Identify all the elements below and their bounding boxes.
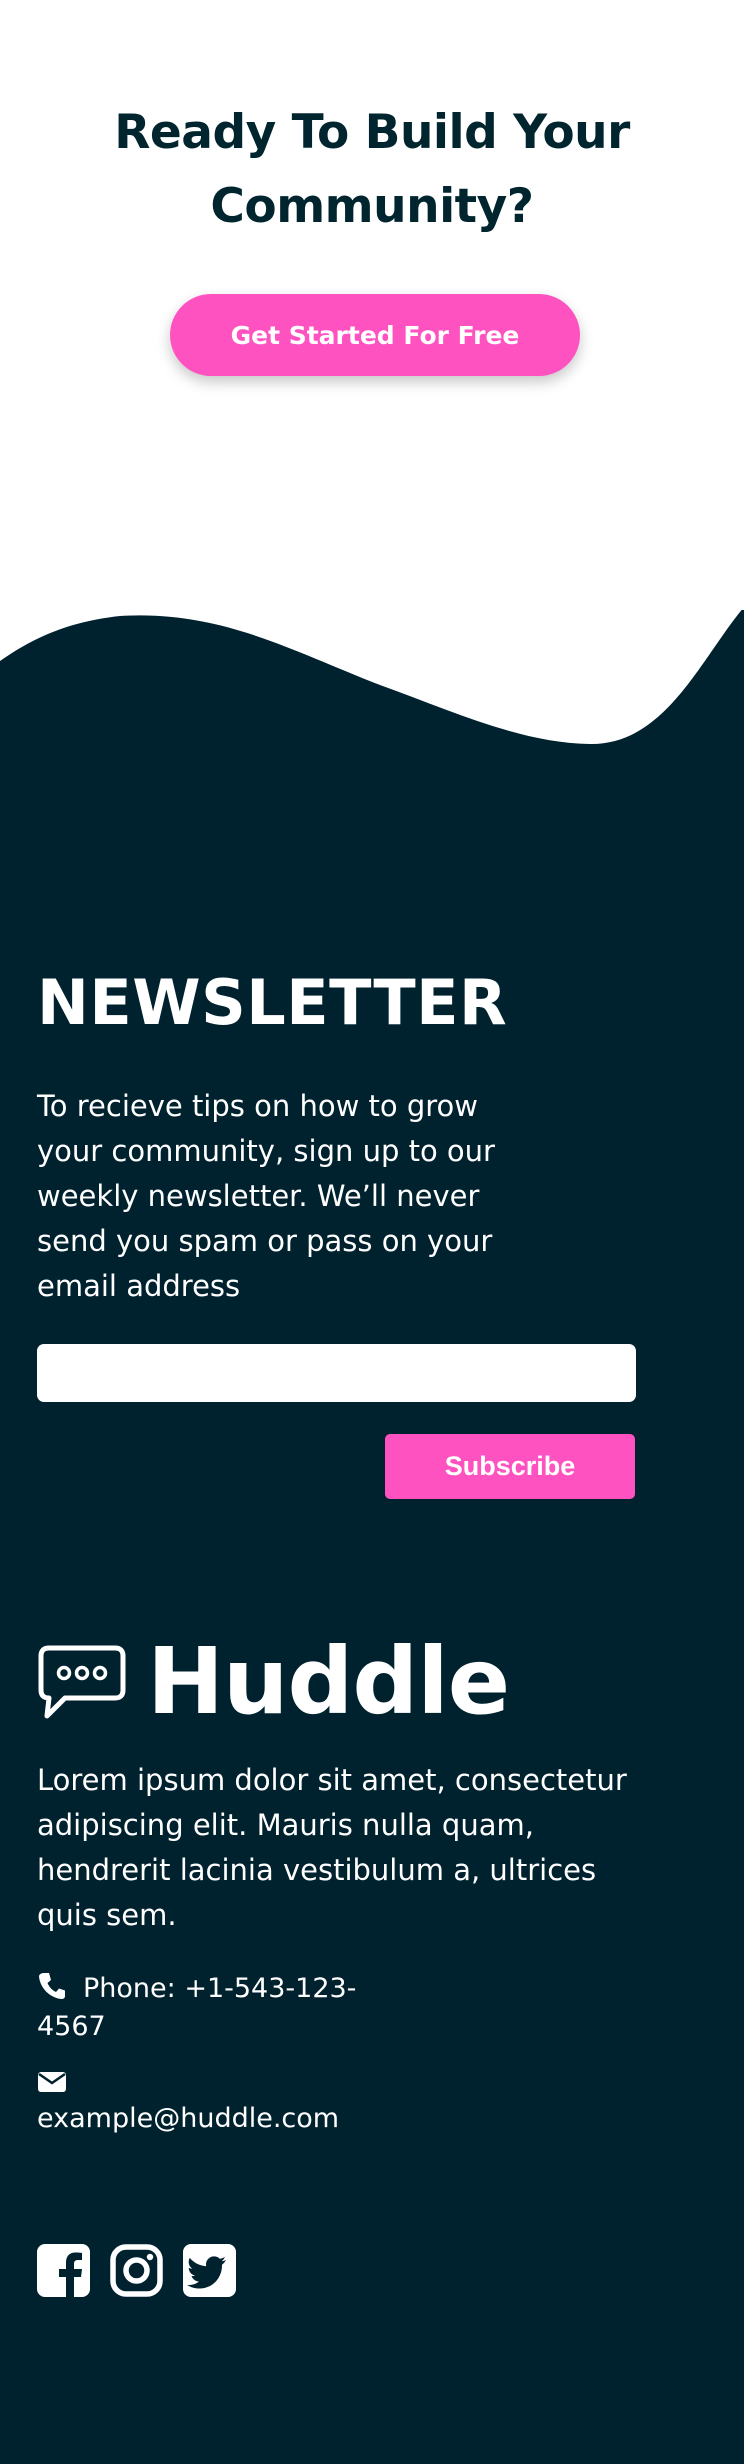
newsletter-description: To recieve tips on how to grow your comm… [37,1089,495,1303]
contact-email: example@huddle.com [37,2070,437,2138]
contact-phone: Phone: +1-543-123-4567 [37,1970,377,2046]
email-text: example@huddle.com [37,2103,340,2134]
wave-divider [0,580,744,745]
email-input[interactable] [37,1344,636,1402]
brand-name: Huddle [147,1628,510,1735]
instagram-icon[interactable] [110,2244,163,2297]
footer-about-text: Lorem ipsum dolor sit amet, consectetur … [37,1763,627,1932]
newsletter-title: NEWSLETTER [37,966,508,1039]
envelope-icon [38,2072,66,2092]
cta-section: Ready To Build Your Community? Get Start… [0,0,744,610]
brand-logo[interactable]: Huddle [37,1628,510,1735]
get-started-button[interactable]: Get Started For Free [170,294,580,376]
subscribe-button[interactable]: Subscribe [385,1434,635,1499]
phone-icon [39,1973,65,1999]
social-links [37,2244,236,2297]
facebook-icon[interactable] [37,2244,90,2297]
phone-text: Phone: +1-543-123-4567 [37,1973,357,2042]
twitter-icon[interactable] [183,2244,236,2297]
cta-title-line-2: Community? [210,179,534,234]
cta-title: Ready To Build Your Community? [0,96,744,244]
cta-title-line-1: Ready To Build Your [114,105,630,160]
speech-bubble-icon [38,1645,126,1719]
